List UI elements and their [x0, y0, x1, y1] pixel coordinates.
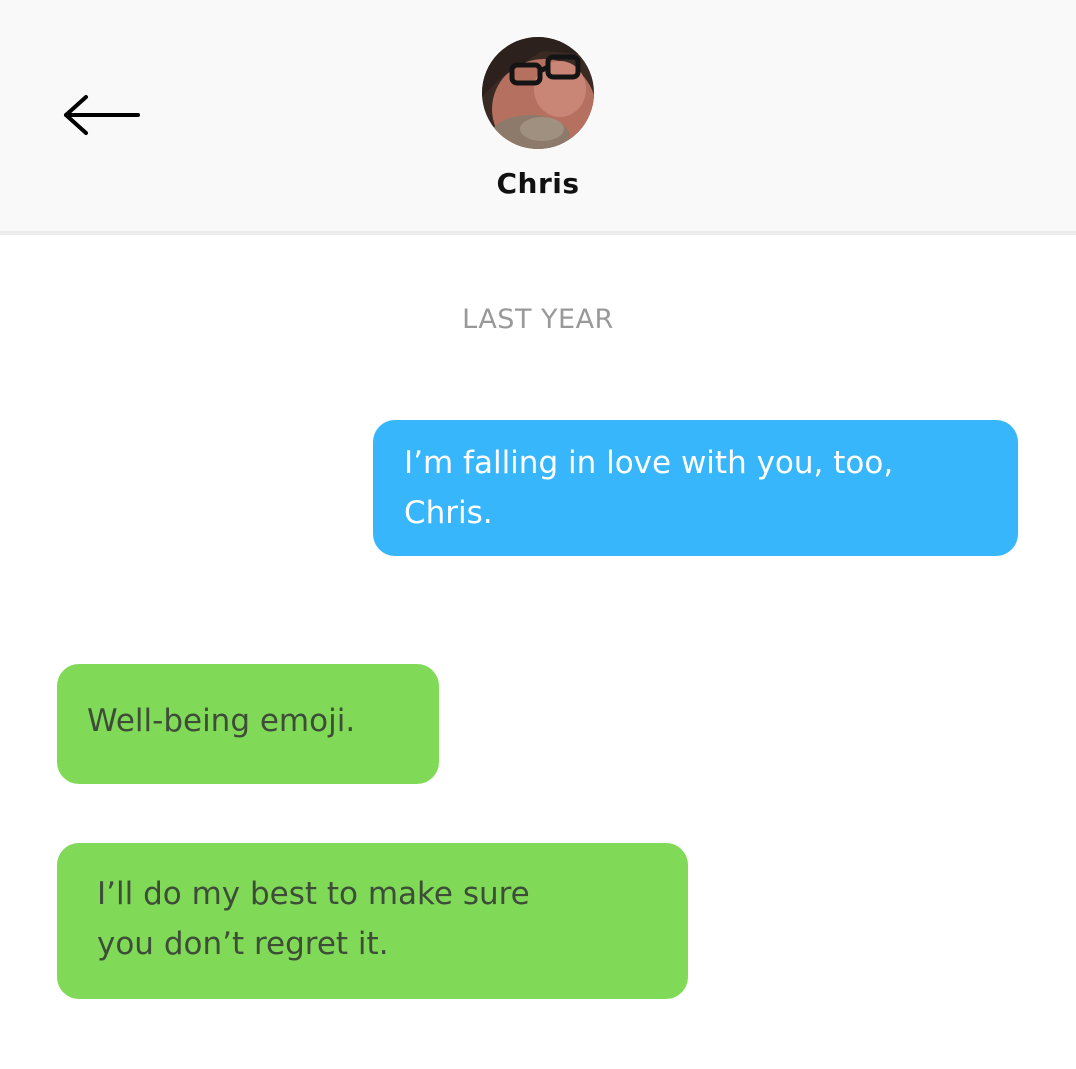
date-divider: LAST YEAR — [462, 304, 614, 335]
message-bubble-outgoing[interactable]: I’m falling in love with you, too, Chris… — [373, 420, 1018, 556]
message-bubble-incoming[interactable]: Well-being emoji. — [57, 664, 439, 784]
arrow-left-icon — [64, 95, 140, 135]
contact-avatar[interactable] — [482, 37, 594, 149]
chat-header: Chris — [0, 0, 1076, 235]
contact-name: Chris — [496, 167, 580, 200]
back-button[interactable] — [52, 82, 152, 152]
message-bubble-incoming[interactable]: I’ll do my best to make sure you don’t r… — [57, 843, 688, 999]
